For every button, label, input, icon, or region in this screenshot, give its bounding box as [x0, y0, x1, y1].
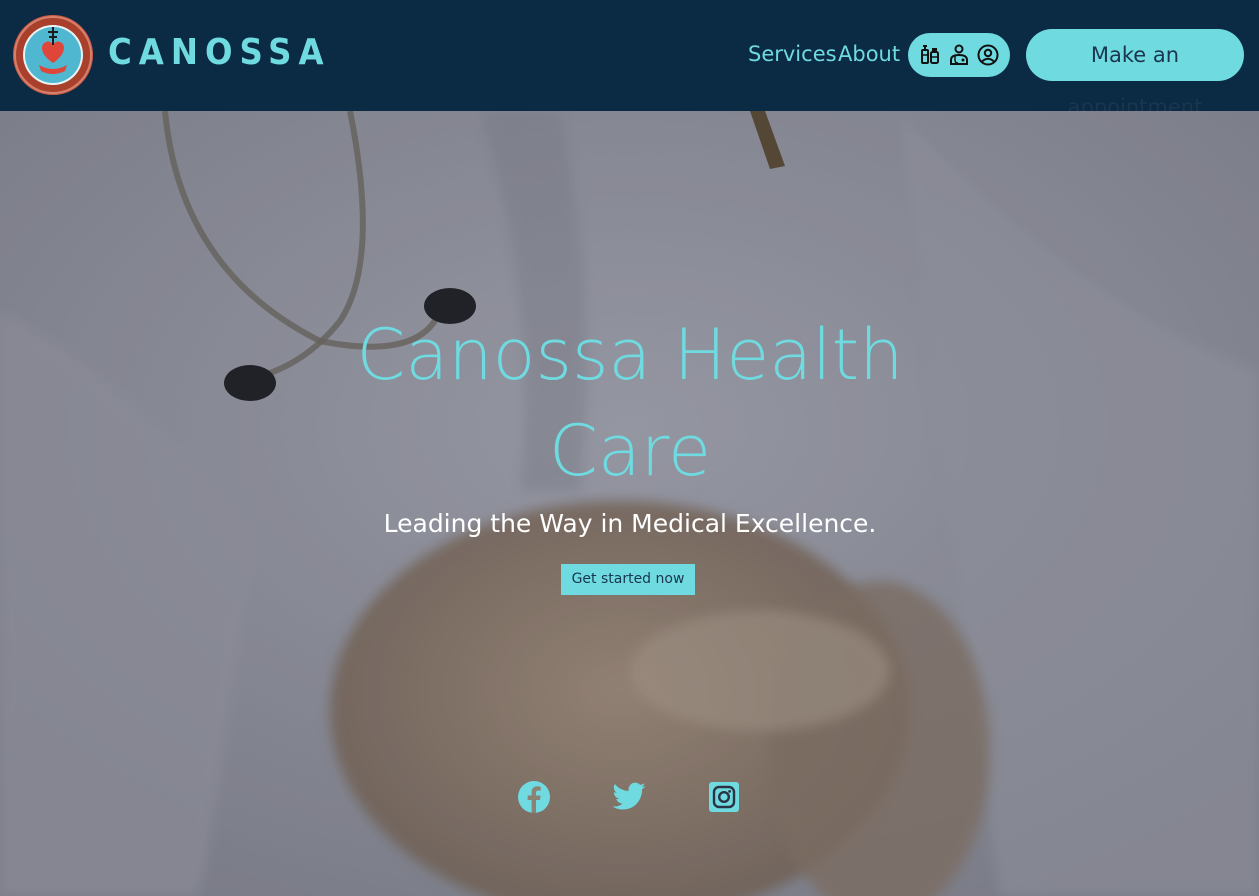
hero-title-line-1: Canossa Health: [356, 314, 904, 396]
facebook-icon[interactable]: [516, 779, 552, 815]
twitter-icon[interactable]: [611, 779, 647, 815]
doctor-icon[interactable]: [947, 43, 971, 67]
make-appointment-button[interactable]: Make an appointment: [1026, 29, 1244, 119]
logo[interactable]: [13, 15, 93, 95]
hero-subtitle: Leading the Way in Medical Excellence.: [383, 509, 877, 538]
user-circle-icon[interactable]: [976, 43, 1000, 67]
instagram-icon[interactable]: [706, 779, 742, 815]
vaccine-icon[interactable]: [918, 43, 942, 67]
nav-about[interactable]: About: [838, 40, 900, 68]
nav-services[interactable]: Services: [748, 40, 837, 68]
hero-title-line-2: Care: [548, 410, 712, 492]
logo-emblem: [14, 16, 92, 94]
brand-name[interactable]: CANOSSA: [108, 33, 331, 73]
icon-group: [908, 33, 1010, 77]
get-started-button[interactable]: Get started now: [561, 564, 695, 595]
hero-section: Canossa Health Care Leading the Way in M…: [0, 111, 1259, 896]
navbar: CANOSSA Services About Make an appointme…: [0, 0, 1259, 119]
hero-title: Canossa Health Care: [330, 307, 930, 499]
